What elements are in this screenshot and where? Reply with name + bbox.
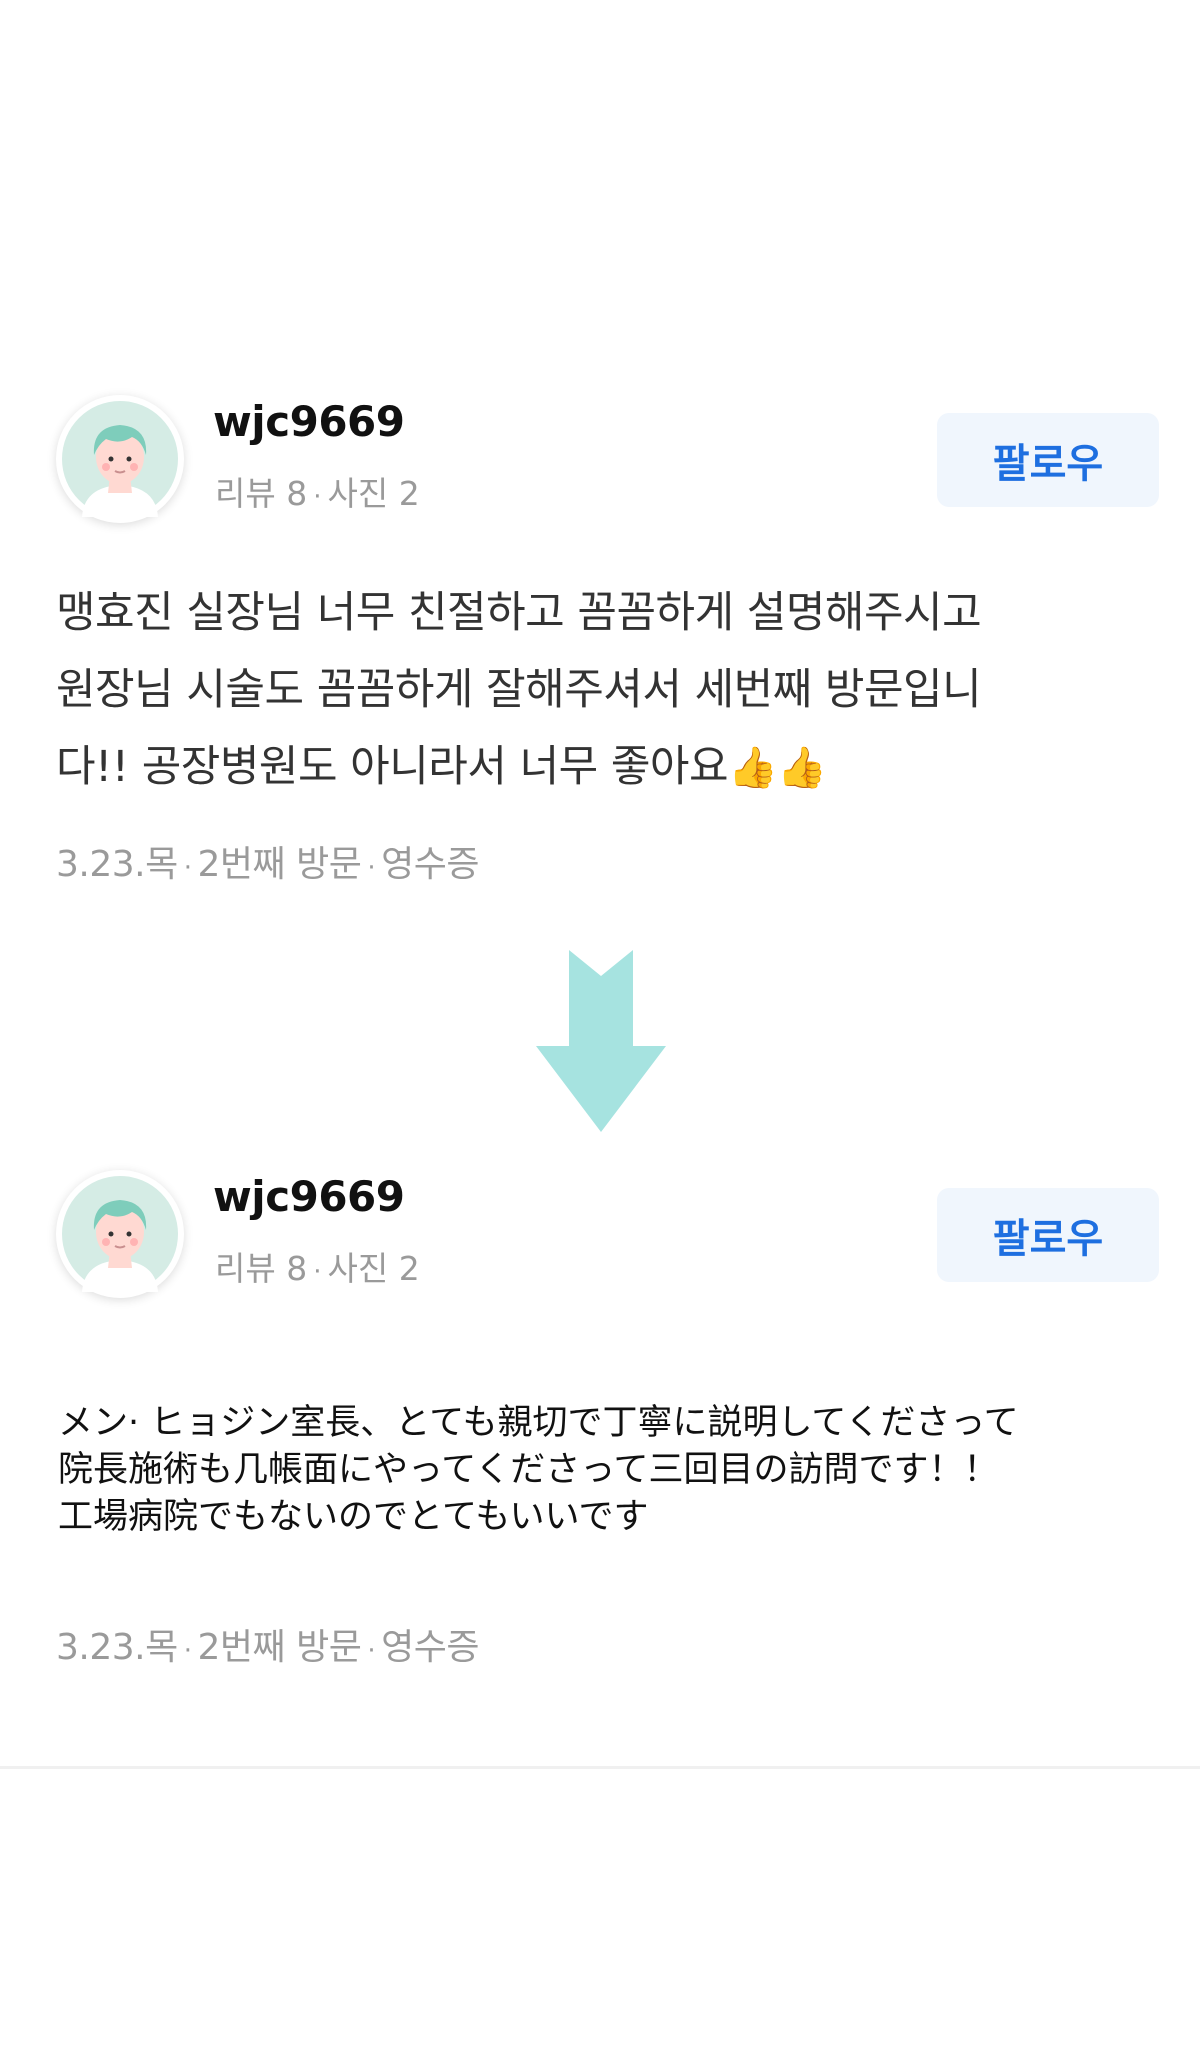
- visit-count: 2번째 방문: [197, 844, 362, 885]
- arrow-down-icon: [536, 950, 666, 1132]
- photo-count: 사진 2: [327, 474, 420, 513]
- photo-count: 사진 2: [327, 1249, 420, 1288]
- user-stats: 리뷰 8 · 사진 2: [215, 1242, 420, 1290]
- visit-count: 2번째 방문: [197, 1627, 362, 1668]
- username[interactable]: wjc9669: [213, 1172, 405, 1221]
- meta-separator: ·: [313, 1257, 322, 1287]
- review-footer: 3.23.목 · 2번째 방문 · 영수증: [56, 835, 479, 887]
- footer-separator: ·: [367, 1636, 376, 1666]
- user-stats: 리뷰 8 · 사진 2: [215, 467, 420, 515]
- footer-separator: ·: [367, 853, 376, 883]
- review-footer: 3.23.목 · 2번째 방문 · 영수증: [56, 1618, 479, 1670]
- review-count: 리뷰 8: [215, 1249, 308, 1288]
- avatar-icon: [62, 1176, 178, 1292]
- footer-separator: ·: [183, 853, 192, 883]
- follow-button[interactable]: 팔로우: [937, 413, 1159, 507]
- avatar[interactable]: [56, 1170, 184, 1298]
- review-text-translated: メン· ヒョジン室長、とても親切で丁寧に説明してくださって 院長施術も几帳面にや…: [58, 1403, 1019, 1537]
- receipt-label: 영수증: [381, 1627, 479, 1668]
- review-count: 리뷰 8: [215, 474, 308, 513]
- footer-separator: ·: [183, 1636, 192, 1666]
- visit-date: 3.23.목: [56, 1627, 178, 1668]
- visit-date: 3.23.목: [56, 844, 178, 885]
- avatar[interactable]: [56, 395, 184, 523]
- receipt-label: 영수증: [381, 844, 479, 885]
- follow-button[interactable]: 팔로우: [937, 1188, 1159, 1282]
- divider: [0, 1766, 1200, 1769]
- review-text: 맹효진 실장님 너무 친절하고 꼼꼼하게 설명해주시고 원장님 시술도 꼼꼼하게…: [56, 588, 982, 792]
- thumbs-up-icon: 👍👍: [728, 745, 827, 791]
- review-text-wrapper: 맹효진 실장님 너무 친절하고 꼼꼼하게 설명해주시고 원장님 시술도 꼼꼼하게…: [56, 575, 1146, 807]
- username[interactable]: wjc9669: [213, 397, 405, 446]
- meta-separator: ·: [313, 482, 322, 512]
- avatar-icon: [62, 401, 178, 517]
